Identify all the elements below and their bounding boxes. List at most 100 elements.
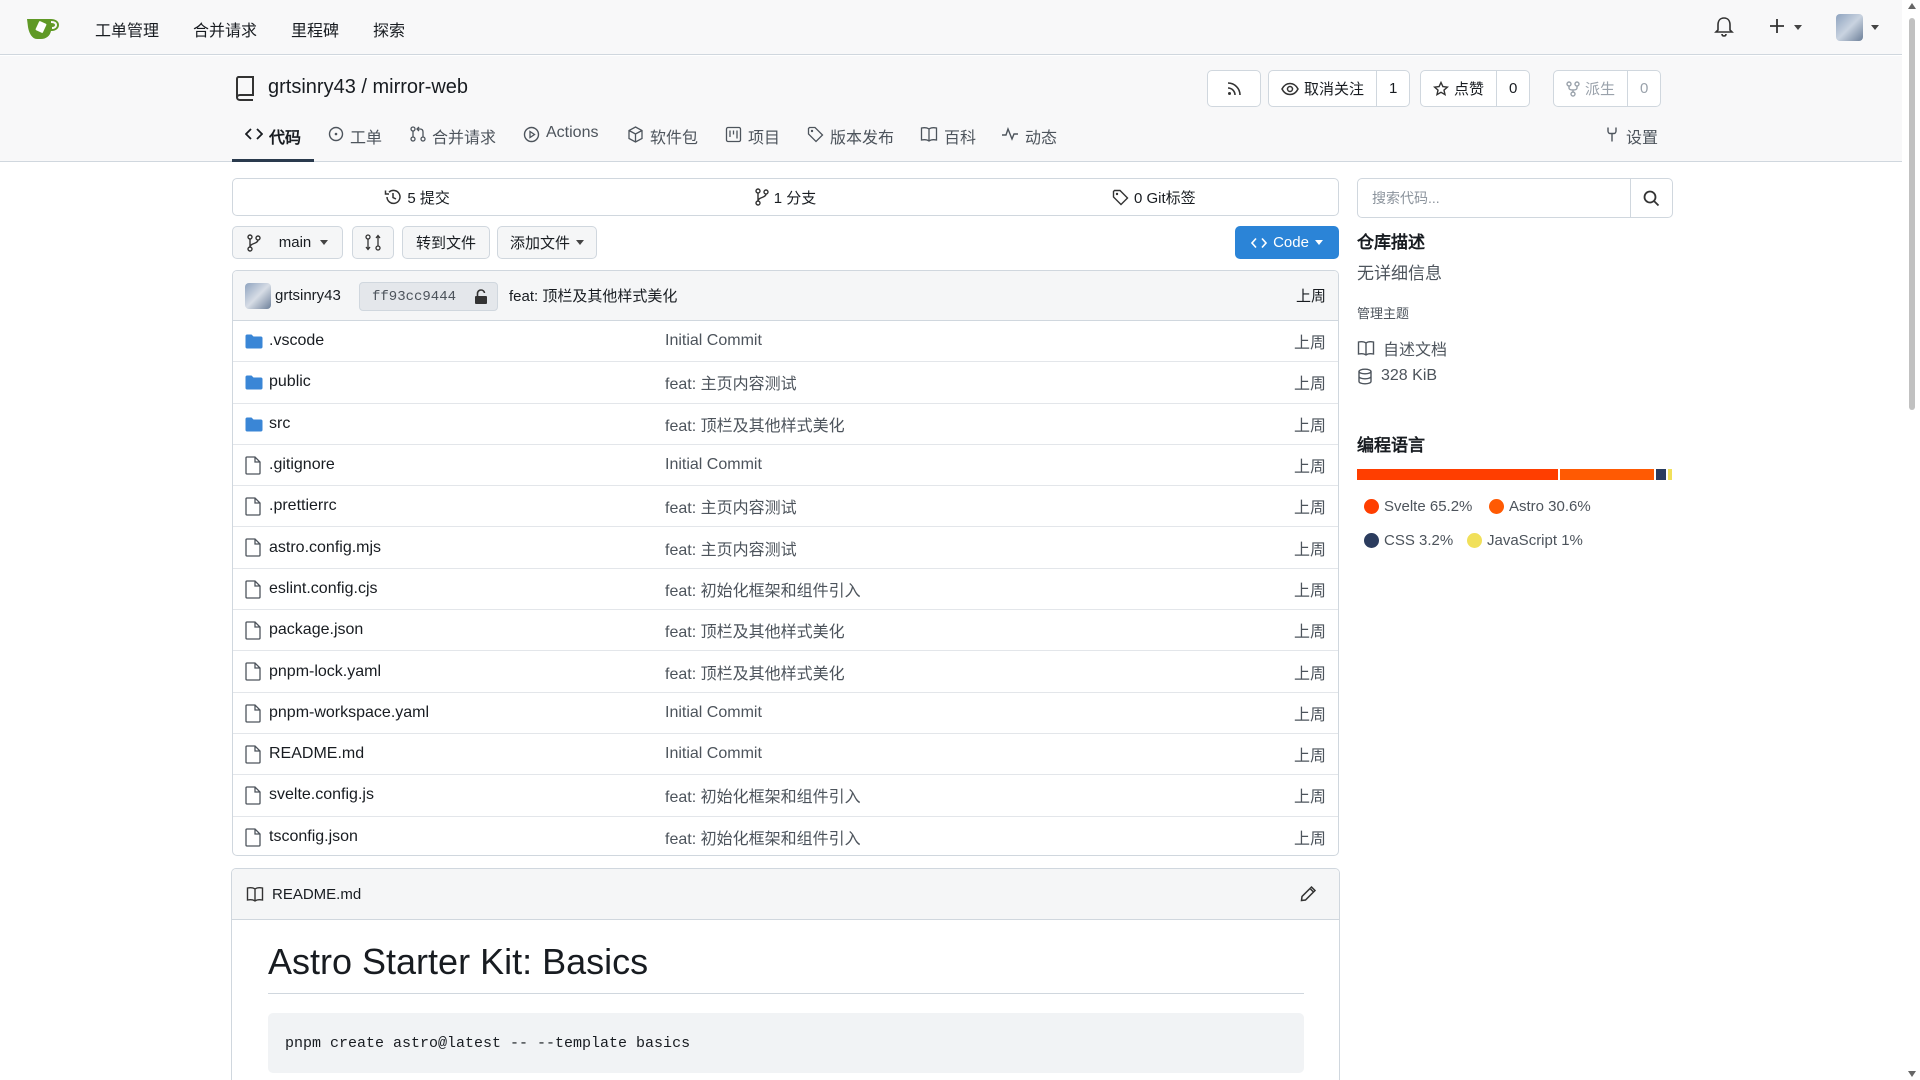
user-avatar[interactable] (1836, 14, 1863, 41)
file-name[interactable]: README.md (269, 745, 364, 763)
file-name[interactable]: astro.config.mjs (269, 539, 381, 557)
file-name[interactable]: .vscode (269, 332, 324, 350)
rss-button[interactable] (1207, 70, 1261, 107)
file-commit-message[interactable]: Initial Commit (665, 745, 762, 763)
language-bar-segment[interactable] (1357, 469, 1558, 480)
file-commit-time: 上周 (1293, 665, 1326, 683)
nav-issues[interactable]: 工单管理 (95, 17, 159, 41)
file-commit-time: 上周 (1293, 417, 1326, 435)
user-caret-icon[interactable] (1871, 25, 1879, 30)
readme-link[interactable]: 自述文档 (1357, 336, 1447, 360)
star-count[interactable]: 0 (1496, 71, 1529, 106)
code-clone-button[interactable]: Code (1235, 226, 1339, 259)
tab-activity[interactable]: 动态 (1001, 124, 1057, 162)
bell-icon[interactable] (1714, 16, 1734, 38)
commit-author[interactable]: grtsinry43 (275, 287, 341, 304)
tab-settings[interactable]: 设置 (1604, 124, 1658, 162)
branch-selector[interactable]: main (232, 226, 343, 259)
file-row: tsconfig.json feat: 初始化框架和组件引入 上周 (233, 817, 1338, 855)
tab-projects[interactable]: 项目 (725, 124, 780, 162)
goto-file-button[interactable]: 转到文件 (402, 226, 490, 259)
manage-topics-link[interactable]: 管理主题 (1357, 303, 1409, 322)
file-commit-time: 上周 (1293, 624, 1326, 642)
commit-sha: ff93cc9444 (372, 288, 457, 305)
file-commit-message[interactable]: feat: 主页内容测试 (665, 370, 797, 394)
file-icon (245, 538, 261, 558)
commit-message[interactable]: feat: 顶栏及其他样式美化 (509, 285, 677, 306)
language-legend-item[interactable]: CSS 3.2% (1364, 532, 1453, 549)
code-search-input[interactable] (1358, 179, 1630, 217)
file-name[interactable]: public (269, 373, 311, 391)
language-dot (1489, 499, 1504, 514)
scroll-down-arrow-icon[interactable] (1908, 1071, 1916, 1077)
code-search (1357, 178, 1673, 218)
file-commit-message[interactable]: Initial Commit (665, 456, 762, 474)
file-commit-message[interactable]: Initial Commit (665, 704, 762, 722)
commit-sha-button[interactable]: ff93cc9444 (359, 282, 498, 311)
file-name[interactable]: tsconfig.json (269, 828, 358, 846)
tab-wiki[interactable]: 百科 (920, 124, 976, 162)
commits-link[interactable]: 5 提交 (233, 179, 601, 215)
file-row: pnpm-workspace.yaml Initial Commit 上周 (233, 693, 1338, 734)
nav-explore[interactable]: 探索 (373, 17, 405, 41)
language-bar-segment[interactable] (1668, 469, 1672, 480)
plus-icon[interactable] (1769, 18, 1785, 34)
tags-link[interactable]: 0 Git标签 (970, 179, 1338, 215)
add-file-button[interactable]: 添加文件 (497, 226, 597, 259)
tab-packages[interactable]: 软件包 (627, 124, 698, 162)
file-commit-message[interactable]: feat: 顶栏及其他样式美化 (665, 412, 845, 436)
compare-icon (365, 234, 381, 251)
scroll-up-arrow-icon[interactable] (1908, 3, 1916, 9)
star-button[interactable]: 点赞 0 (1420, 70, 1531, 107)
repo-header: grtsinry43 / mirror-web 取消关注 1 点赞 0 派生 0… (0, 56, 1902, 162)
top-navbar: 工单管理 合并请求 里程碑 探索 (0, 0, 1902, 55)
tab-pulls[interactable]: 合并请求 (410, 124, 496, 162)
pencil-icon[interactable] (1300, 885, 1317, 902)
language-legend-item[interactable]: JavaScript 1% (1467, 532, 1583, 549)
file-name[interactable]: pnpm-workspace.yaml (269, 704, 429, 722)
tab-issues[interactable]: 工单 (328, 124, 382, 162)
file-name[interactable]: .prettierrc (269, 497, 337, 515)
language-legend-item[interactable]: Svelte 65.2% (1364, 498, 1472, 515)
file-row: svelte.config.js feat: 初始化框架和组件引入 上周 (233, 775, 1338, 817)
file-commit-message[interactable]: feat: 主页内容测试 (665, 536, 797, 560)
file-commit-message[interactable]: feat: 主页内容测试 (665, 494, 797, 518)
nav-pulls[interactable]: 合并请求 (193, 17, 257, 41)
fork-count[interactable]: 0 (1627, 71, 1660, 106)
file-icon (245, 745, 261, 764)
compare-button[interactable] (352, 226, 394, 259)
file-commit-message[interactable]: feat: 初始化框架和组件引入 (665, 577, 861, 601)
file-commit-message[interactable]: feat: 初始化框架和组件引入 (665, 783, 861, 807)
file-name[interactable]: src (269, 415, 290, 433)
file-icon (245, 827, 261, 847)
unlock-icon (475, 289, 487, 304)
language-legend-item[interactable]: Astro 30.6% (1489, 498, 1591, 515)
scrollbar-thumb[interactable] (1909, 18, 1915, 410)
database-icon (1358, 368, 1372, 385)
tab-code[interactable]: 代码 (232, 124, 314, 162)
readme-filename[interactable]: README.md (272, 886, 361, 903)
commit-author-avatar[interactable] (245, 283, 271, 309)
tab-releases[interactable]: 版本发布 (807, 124, 894, 162)
nav-milestones[interactable]: 里程碑 (291, 17, 339, 41)
file-name[interactable]: package.json (269, 621, 363, 639)
language-bar-segment[interactable] (1559, 469, 1655, 480)
file-name[interactable]: pnpm-lock.yaml (269, 663, 381, 681)
file-name[interactable]: eslint.config.cjs (269, 580, 378, 598)
fork-button[interactable]: 派生 0 (1553, 70, 1662, 107)
repo-title[interactable]: grtsinry43 / mirror-web (268, 76, 468, 99)
branches-link[interactable]: 1 分支 (601, 179, 969, 215)
create-caret-icon[interactable] (1794, 25, 1802, 30)
file-name[interactable]: .gitignore (269, 456, 335, 474)
language-bar-segment[interactable] (1656, 469, 1666, 480)
tab-actions[interactable]: Actions (523, 124, 598, 162)
file-commit-message[interactable]: Initial Commit (665, 332, 762, 350)
watch-count[interactable]: 1 (1376, 71, 1409, 106)
file-commit-message[interactable]: feat: 初始化框架和组件引入 (665, 825, 861, 849)
unwatch-button[interactable]: 取消关注 1 (1268, 70, 1411, 107)
gitea-logo-icon[interactable] (25, 13, 61, 41)
file-name[interactable]: svelte.config.js (269, 786, 374, 804)
file-commit-message[interactable]: feat: 顶栏及其他样式美化 (665, 618, 845, 642)
file-commit-message[interactable]: feat: 顶栏及其他样式美化 (665, 660, 845, 684)
search-button[interactable] (1630, 179, 1672, 217)
